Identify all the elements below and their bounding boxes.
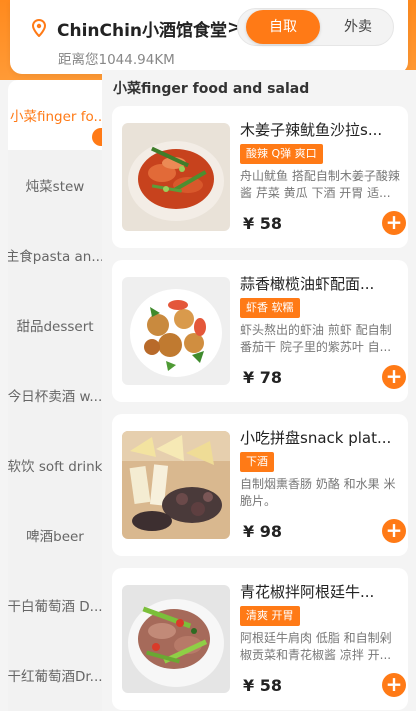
sidebar-item-stew[interactable]: 炖菜stew bbox=[8, 150, 102, 220]
add-to-cart-icon[interactable]: + bbox=[382, 365, 406, 389]
product-image[interactable] bbox=[122, 585, 230, 693]
sidebar-item-label: 小菜finger fo... bbox=[10, 109, 102, 125]
product-title: 蒜香橄榄油虾配面... bbox=[240, 275, 375, 293]
sidebar-item-finger-food[interactable]: 小菜finger fo... bbox=[8, 80, 102, 150]
product-card[interactable]: 小吃拼盘snack plat... 下酒 自制烟熏香肠 奶酪 和水果 米脆片。 … bbox=[112, 414, 408, 556]
product-description: 自制烟熏香肠 奶酪 和水果 米脆片。 bbox=[240, 477, 396, 508]
product-price: ¥ 78 bbox=[243, 368, 282, 387]
product-image[interactable] bbox=[122, 277, 230, 385]
sidebar-item-soft-drink[interactable]: 软饮 soft drink bbox=[8, 430, 102, 500]
sidebar-item-dry-red[interactable]: 干红葡萄酒Dr... bbox=[8, 640, 102, 710]
store-header: ChinChin小酒馆食堂 > 距离您1044.94KM 自取 外卖 bbox=[10, 0, 408, 74]
add-to-cart-icon[interactable]: + bbox=[382, 519, 406, 543]
product-tag: 下酒 bbox=[240, 452, 274, 472]
sidebar-item-dry-white[interactable]: 干白葡萄酒 D... bbox=[8, 570, 102, 640]
pickup-option[interactable]: 自取 bbox=[246, 10, 320, 44]
product-price: ¥ 58 bbox=[243, 214, 282, 233]
product-description: 虾头熬出的虾油 煎虾 配自制番茄干 院子里的紫苏叶 自... bbox=[240, 323, 392, 354]
add-to-cart-icon[interactable]: + bbox=[382, 211, 406, 235]
product-price: ¥ 58 bbox=[243, 676, 282, 695]
sidebar-item-pasta[interactable]: 主食pasta an... bbox=[8, 220, 102, 290]
location-pin-icon bbox=[32, 19, 46, 37]
section-title: 小菜finger food and salad bbox=[113, 81, 310, 97]
add-to-cart-icon[interactable]: + bbox=[382, 673, 406, 697]
product-title: 青花椒拌阿根廷牛... bbox=[240, 583, 375, 601]
product-card[interactable]: 木姜子辣鱿鱼沙拉s... 酸辣 Q弹 爽口 舟山鱿鱼 搭配自制木姜子酸辣酱 芹菜… bbox=[112, 106, 408, 248]
store-name[interactable]: ChinChin小酒馆食堂 bbox=[57, 16, 227, 41]
product-image[interactable] bbox=[122, 431, 230, 539]
delivery-option[interactable]: 外卖 bbox=[324, 9, 392, 45]
product-tag: 酸辣 Q弹 爽口 bbox=[240, 144, 323, 164]
sidebar-item-wine-by-glass[interactable]: 今日杯卖酒 w... bbox=[8, 360, 102, 430]
product-image[interactable] bbox=[122, 123, 230, 231]
order-mode-toggle[interactable]: 自取 外卖 bbox=[237, 8, 394, 46]
product-description: 舟山鱿鱼 搭配自制木姜子酸辣酱 芹菜 黄瓜 下酒 开胃 适... bbox=[240, 169, 400, 200]
product-price: ¥ 98 bbox=[243, 522, 282, 541]
distance-text: 距离您1044.94KM bbox=[58, 52, 175, 68]
product-card[interactable]: 青花椒拌阿根廷牛... 清爽 开胃 阿根廷牛肩肉 低脂 和自制剁椒贡菜和青花椒酱… bbox=[112, 568, 408, 710]
product-description: 阿根廷牛肩肉 低脂 和自制剁椒贡菜和青花椒酱 凉拌 开... bbox=[240, 631, 392, 662]
active-indicator bbox=[92, 128, 102, 146]
category-sidebar: 小菜finger fo... 炖菜stew 主食pasta an... 甜品de… bbox=[8, 80, 102, 711]
product-tag: 虾香 软糯 bbox=[240, 298, 300, 318]
product-tag: 清爽 开胃 bbox=[240, 606, 300, 626]
sidebar-item-dessert[interactable]: 甜品dessert bbox=[8, 290, 102, 360]
product-title: 木姜子辣鱿鱼沙拉s... bbox=[240, 121, 383, 139]
sidebar-item-beer[interactable]: 啤酒beer bbox=[8, 500, 102, 570]
product-list: 小菜finger food and salad 木姜子辣鱿鱼沙拉s... 酸辣 … bbox=[102, 70, 416, 711]
product-title: 小吃拼盘snack plat... bbox=[240, 429, 392, 447]
product-card[interactable]: 蒜香橄榄油虾配面... 虾香 软糯 虾头熬出的虾油 煎虾 配自制番茄干 院子里的… bbox=[112, 260, 408, 402]
